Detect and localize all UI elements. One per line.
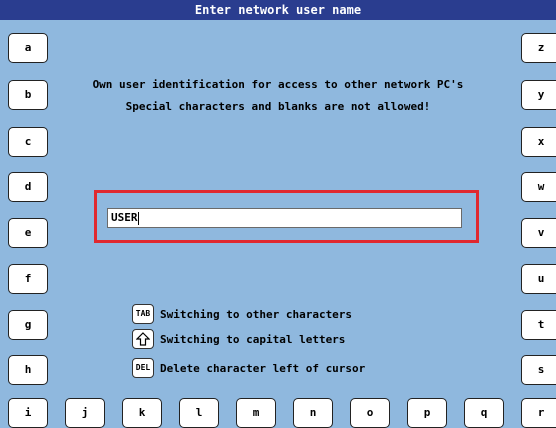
- help-shift-text: Switching to capital letters: [160, 332, 346, 346]
- input-value: USER: [111, 211, 138, 224]
- key-a[interactable]: a: [8, 33, 48, 63]
- key-y[interactable]: y: [521, 80, 556, 110]
- key-k[interactable]: k: [122, 398, 162, 428]
- del-key-icon: DEL: [132, 358, 154, 378]
- key-r[interactable]: r: [521, 398, 556, 428]
- key-p[interactable]: p: [407, 398, 447, 428]
- key-o[interactable]: o: [350, 398, 390, 428]
- help-del-text: Delete character left of cursor: [160, 361, 366, 375]
- key-j[interactable]: j: [65, 398, 105, 428]
- help-del: DEL Delete character left of cursor: [132, 358, 365, 378]
- key-s[interactable]: s: [521, 355, 556, 385]
- key-t[interactable]: t: [521, 310, 556, 340]
- key-l[interactable]: l: [179, 398, 219, 428]
- text-cursor: [137, 211, 139, 225]
- help-tab: TAB Switching to other characters: [132, 304, 352, 324]
- shift-arrow-icon: [132, 329, 154, 349]
- key-i[interactable]: i: [8, 398, 48, 428]
- tab-key-icon: TAB: [132, 304, 154, 324]
- help-tab-text: Switching to other characters: [160, 307, 353, 321]
- key-g[interactable]: g: [8, 310, 48, 340]
- info-message: Own user identification for access to ot…: [92, 78, 464, 91]
- key-u[interactable]: u: [521, 264, 556, 294]
- key-b[interactable]: b: [8, 80, 48, 110]
- help-shift: Switching to capital letters: [132, 329, 345, 349]
- key-f[interactable]: f: [8, 264, 48, 294]
- key-c[interactable]: c: [8, 127, 48, 157]
- key-m[interactable]: m: [236, 398, 276, 428]
- key-v[interactable]: v: [521, 218, 556, 248]
- key-x[interactable]: x: [521, 127, 556, 157]
- window-title: Enter network user name: [0, 0, 556, 20]
- warning-message: Special characters and blanks are not al…: [125, 100, 431, 113]
- key-n[interactable]: n: [293, 398, 333, 428]
- key-e[interactable]: e: [8, 218, 48, 248]
- key-q[interactable]: q: [464, 398, 504, 428]
- key-d[interactable]: d: [8, 172, 48, 202]
- key-h[interactable]: h: [8, 355, 48, 385]
- key-z[interactable]: z: [521, 33, 556, 63]
- key-w[interactable]: w: [521, 172, 556, 202]
- user-name-input[interactable]: USER: [107, 208, 462, 228]
